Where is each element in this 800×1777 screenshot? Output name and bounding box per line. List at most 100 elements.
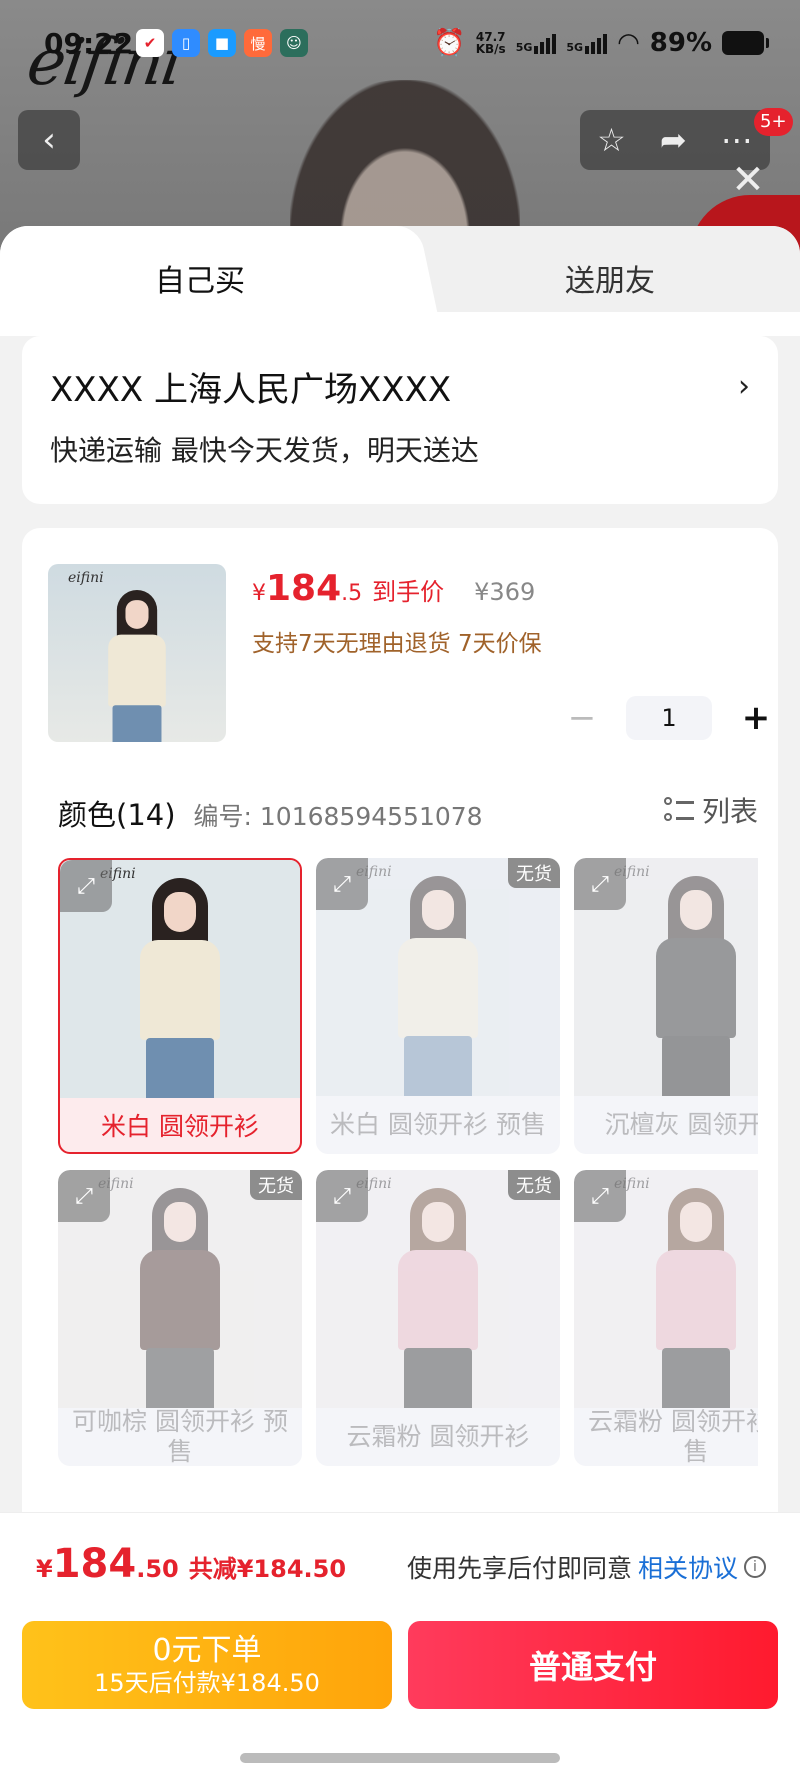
model-figure	[636, 876, 756, 1096]
signal-5g-2: 5G	[566, 32, 608, 54]
quantity-stepper: − 1 +	[562, 696, 776, 740]
status-time: 09:22	[44, 26, 134, 60]
model-figure	[120, 1188, 240, 1408]
variant-card[interactable]: ⤢ eifini 米白 圆领开衫	[58, 858, 302, 1154]
tab-send-to-friend[interactable]: 送朋友	[420, 226, 800, 330]
product-thumbnail[interactable]: eifini	[48, 564, 226, 742]
alarm-icon: ⏰	[433, 28, 466, 58]
expand-icon[interactable]: ⤢	[574, 1170, 626, 1222]
normal-pay-label: 普通支付	[528, 1648, 657, 1686]
pay-later-button[interactable]: 0元下单 15天后付款¥184.50	[22, 1621, 392, 1709]
address-text: XXXX 上海人民广场XXXX	[50, 370, 452, 410]
total-row: ¥184.50 共减¥184.50 使用先享后付即同意 相关协议 i	[36, 1541, 766, 1587]
address-card[interactable]: XXXX 上海人民广场XXXX › 快递运输 最快今天发货，明天送达	[22, 336, 778, 504]
total-int: 184	[52, 1541, 137, 1587]
total-price: ¥184.50	[36, 1541, 179, 1587]
model-figure	[636, 1188, 756, 1408]
app-icon-orange: 慢	[244, 29, 272, 57]
model-figure	[378, 876, 498, 1096]
expand-icon[interactable]: ⤢	[574, 858, 626, 910]
variant-card[interactable]: ⤢ 无货 eifini 米白 圆领开衫 预售	[316, 858, 560, 1154]
signal-label-1: 5G	[515, 41, 533, 54]
list-icon	[663, 795, 694, 825]
list-view-label: 列表	[701, 795, 758, 828]
tab-bar: 自己买 送朋友	[0, 226, 800, 336]
variant-name: 云霜粉 圆领开衫 预售	[588, 1407, 758, 1466]
star-icon[interactable]: ☆	[597, 124, 626, 156]
normal-pay-button[interactable]: 普通支付	[408, 1621, 778, 1709]
agreement-prefix: 使用先享后付即同意	[406, 1554, 632, 1583]
total-currency: ¥	[36, 1555, 53, 1583]
total-discount: 共减¥184.50	[188, 1555, 347, 1583]
battery-percent: 89%	[649, 28, 712, 58]
app-icon-blue: ▯	[172, 29, 200, 57]
final-price: ¥184.5	[252, 568, 362, 609]
item-code: 编号: 10168594551078	[193, 802, 483, 831]
expand-icon[interactable]: ⤢	[60, 860, 112, 912]
chevron-left-icon: ‹	[42, 120, 56, 160]
list-view-toggle[interactable]: 列表	[663, 790, 758, 830]
address-line: XXXX 上海人民广场XXXX ›	[50, 362, 750, 411]
price-int: 184	[266, 568, 342, 609]
variant-name: 米白 圆领开衫	[101, 1112, 259, 1141]
pay-later-title: 0元下单	[152, 1633, 262, 1668]
signal-bars-icon	[585, 32, 608, 54]
expand-icon[interactable]: ⤢	[316, 858, 368, 910]
variant-name: 可咖棕 圆领开衫 预售	[72, 1407, 288, 1466]
color-section-header: 颜色(14) 编号: 10168594551078 列表	[58, 790, 758, 834]
expand-icon[interactable]: ⤢	[316, 1170, 368, 1222]
variant-name: 米白 圆领开衫 预售	[330, 1110, 546, 1139]
home-indicator[interactable]	[240, 1753, 560, 1763]
decrease-quantity-button[interactable]: −	[562, 698, 602, 738]
app-icon-avatar: ☺	[280, 29, 308, 57]
expand-icon[interactable]: ⤢	[58, 1170, 110, 1222]
out-of-stock-badge: 无货	[250, 1170, 302, 1200]
variant-card[interactable]: ⤢ 无货 eifini 云霜粉 圆领开衫	[316, 1170, 560, 1466]
tab-label-gift: 送朋友	[565, 264, 655, 299]
more-icon[interactable]: ⋯	[721, 124, 753, 156]
total-dec: .50	[136, 1555, 179, 1583]
signal-5g-1: 5G	[516, 32, 557, 54]
model-figure	[94, 590, 180, 742]
variant-name: 云霜粉 圆领开衫	[346, 1422, 530, 1451]
thumbnail-logo: eifini	[68, 570, 104, 586]
tab-label-self: 自己买	[155, 264, 245, 299]
variant-card[interactable]: ⤢ 无货 eifini 可咖棕 圆领开衫 预售	[58, 1170, 302, 1466]
increase-quantity-button[interactable]: +	[736, 698, 776, 738]
share-icon[interactable]: ➦	[660, 124, 687, 156]
out-of-stock-badge: 无货	[508, 858, 560, 888]
status-app-icons: ✔ ▯ ■ 慢 ☺	[136, 29, 308, 57]
wifi-icon: ◠	[617, 28, 640, 58]
variant-card[interactable]: ⤢ eifini 沉檀灰 圆领开衫	[574, 858, 758, 1154]
close-icon[interactable]: ✕	[728, 160, 768, 200]
return-policy: 支持7天无理由退货 7天价保	[252, 631, 542, 657]
final-price-label: 到手价	[372, 578, 445, 606]
tab-buy-for-self[interactable]: 自己买	[0, 226, 400, 330]
app-icon-red: ✔	[136, 29, 164, 57]
price-row: ¥184.5 到手价 ¥369	[252, 568, 535, 609]
original-price: ¥369	[474, 578, 536, 606]
variant-card[interactable]: ⤢ eifini 云霜粉 圆领开衫 预售	[574, 1170, 758, 1466]
color-variant-grid: ⤢ eifini 米白 圆领开衫 ⤢ 无货 eifini 米白 圆领开衫 预售 …	[58, 858, 758, 1558]
price-dec: .5	[341, 581, 363, 606]
status-bar: 09:22 ✔ ▯ ■ 慢 ☺ ⏰ 47.7 KB/s 5G 5G ◠ 89%	[0, 18, 800, 68]
battery-icon	[722, 31, 769, 55]
back-button[interactable]: ‹	[18, 110, 80, 170]
out-of-stock-badge: 无货	[508, 1170, 560, 1200]
status-indicators: ⏰ 47.7 KB/s 5G 5G ◠ 89%	[433, 28, 769, 58]
quantity-field[interactable]: 1	[626, 696, 712, 740]
agreement-link[interactable]: 相关协议	[638, 1549, 738, 1585]
model-figure	[120, 878, 240, 1098]
chevron-right-icon: ›	[738, 369, 750, 404]
info-icon[interactable]: i	[744, 1556, 766, 1578]
signal-label-2: 5G	[566, 41, 584, 54]
color-title: 颜色(14)	[58, 798, 176, 832]
app-icon-square: ■	[208, 29, 236, 57]
price-symbol: ¥	[252, 581, 266, 606]
pay-later-subtitle: 15天后付款¥184.50	[94, 1669, 320, 1697]
delivery-info: 快递运输 最快今天发货，明天送达	[50, 434, 479, 467]
net-speed: 47.7 KB/s	[476, 31, 506, 55]
model-figure	[378, 1188, 498, 1408]
notification-badge: 5+	[754, 108, 793, 136]
agreement-text: 使用先享后付即同意 相关协议 i	[407, 1549, 766, 1585]
